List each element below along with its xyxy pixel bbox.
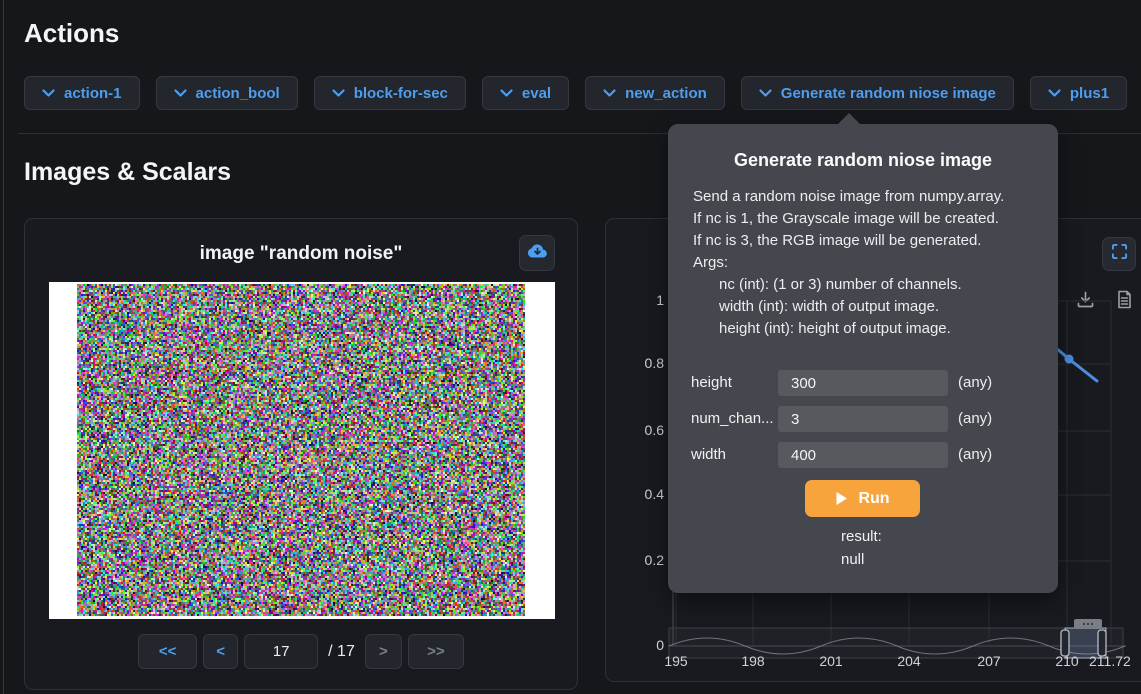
action-button-label: action-1 — [64, 85, 122, 102]
pager-prev-button[interactable]: < — [203, 634, 238, 669]
image-card-title: image "random noise" — [25, 243, 577, 265]
result-label: result: — [841, 528, 882, 545]
x-axis-tick: 211.72 — [1089, 653, 1131, 669]
field-label: height — [691, 374, 775, 391]
popover-description: Send a random noise image from numpy.arr… — [693, 186, 1004, 340]
run-button-label: Run — [858, 490, 889, 508]
description-line: width (int): width of output image. — [693, 296, 1004, 318]
action-button-action-bool[interactable]: action_bool — [156, 76, 298, 110]
x-axis-tick: 210 — [1055, 653, 1078, 669]
description-line: Args: — [693, 252, 1004, 274]
popover-arrow — [838, 113, 860, 124]
description-line: If nc is 1, the Grayscale image will be … — [693, 208, 1004, 230]
action-button-label: new_action — [625, 85, 707, 102]
field-row-num-channels: num_chan... (any) — [668, 406, 1058, 434]
pager-next-button[interactable]: > — [365, 634, 402, 669]
action-button-generate-random-niose-image[interactable]: Generate random niose image — [741, 76, 1014, 110]
cloud-download-icon — [527, 242, 548, 264]
height-field[interactable] — [778, 370, 948, 396]
random-noise-image — [77, 284, 525, 616]
description-line: Send a random noise image from numpy.arr… — [693, 186, 1004, 208]
pager-last-button[interactable]: >> — [408, 634, 464, 669]
actions-section-title: Actions — [24, 18, 119, 49]
pager-first-button[interactable]: << — [138, 634, 197, 669]
chevron-down-icon — [1048, 89, 1061, 98]
field-type-hint: (any) — [958, 374, 992, 391]
action-button-eval[interactable]: eval — [482, 76, 569, 110]
x-axis-tick: 195 — [664, 653, 687, 669]
action-button-block-for-sec[interactable]: block-for-sec — [314, 76, 466, 110]
play-icon — [835, 491, 848, 506]
images-scalars-section-title: Images & Scalars — [24, 158, 231, 187]
random-noise-figure — [49, 282, 555, 619]
y-axis-tick: 0.4 — [620, 486, 664, 502]
action-popover: Generate random niose image Send a rando… — [668, 124, 1058, 593]
description-line: nc (int): (1 or 3) number of channels. — [693, 274, 1004, 296]
chevron-down-icon — [603, 89, 616, 98]
run-button[interactable]: Run — [805, 480, 920, 517]
y-axis-tick: 0.2 — [620, 552, 664, 568]
chevron-down-icon — [174, 89, 187, 98]
action-button-label: Generate random niose image — [781, 85, 996, 102]
action-button-label: plus1 — [1070, 85, 1109, 102]
pager-page-input[interactable] — [244, 634, 318, 669]
image-pager: << < / 17 > >> — [25, 634, 577, 669]
x-axis-tick: 198 — [741, 653, 764, 669]
action-button-label: action_bool — [196, 85, 280, 102]
action-button-action-1[interactable]: action-1 — [24, 76, 140, 110]
field-type-hint: (any) — [958, 446, 992, 463]
chevron-down-icon — [42, 89, 55, 98]
pager-total-label: / 17 — [328, 643, 355, 661]
action-button-new-action[interactable]: new_action — [585, 76, 725, 110]
chevron-down-icon — [332, 89, 345, 98]
action-button-label: block-for-sec — [354, 85, 448, 102]
field-label: num_chan... — [691, 410, 775, 427]
image-card: image "random noise" << < / 17 > >> — [24, 218, 578, 690]
popover-title: Generate random niose image — [668, 150, 1058, 171]
window-left-border — [3, 0, 4, 694]
field-row-height: height (any) — [668, 370, 1058, 398]
field-type-hint: (any) — [958, 410, 992, 427]
description-line: If nc is 3, the RGB image will be genera… — [693, 230, 1004, 252]
y-axis-tick: 0 — [620, 637, 664, 653]
width-field[interactable] — [778, 442, 948, 468]
datazoom-move-handle[interactable] — [1074, 619, 1102, 629]
description-line: height (int): height of output image. — [693, 318, 1004, 340]
actions-button-row: action-1 action_bool block-for-sec eval … — [24, 76, 1141, 110]
num-channels-field[interactable] — [778, 406, 948, 432]
y-axis-tick: 1 — [620, 292, 664, 308]
chevron-down-icon — [500, 89, 513, 98]
y-axis-tick: 0.6 — [620, 422, 664, 438]
x-axis-tick: 207 — [977, 653, 1000, 669]
image-download-button[interactable] — [519, 235, 555, 271]
x-axis-tick: 201 — [819, 653, 842, 669]
x-axis-tick: 204 — [897, 653, 920, 669]
field-row-width: width (any) — [668, 442, 1058, 470]
result-value: null — [841, 551, 864, 568]
action-button-plus1[interactable]: plus1 — [1030, 76, 1127, 110]
y-axis-tick: 0.8 — [620, 355, 664, 371]
chevron-down-icon — [759, 89, 772, 98]
action-button-label: eval — [522, 85, 551, 102]
field-label: width — [691, 446, 775, 463]
